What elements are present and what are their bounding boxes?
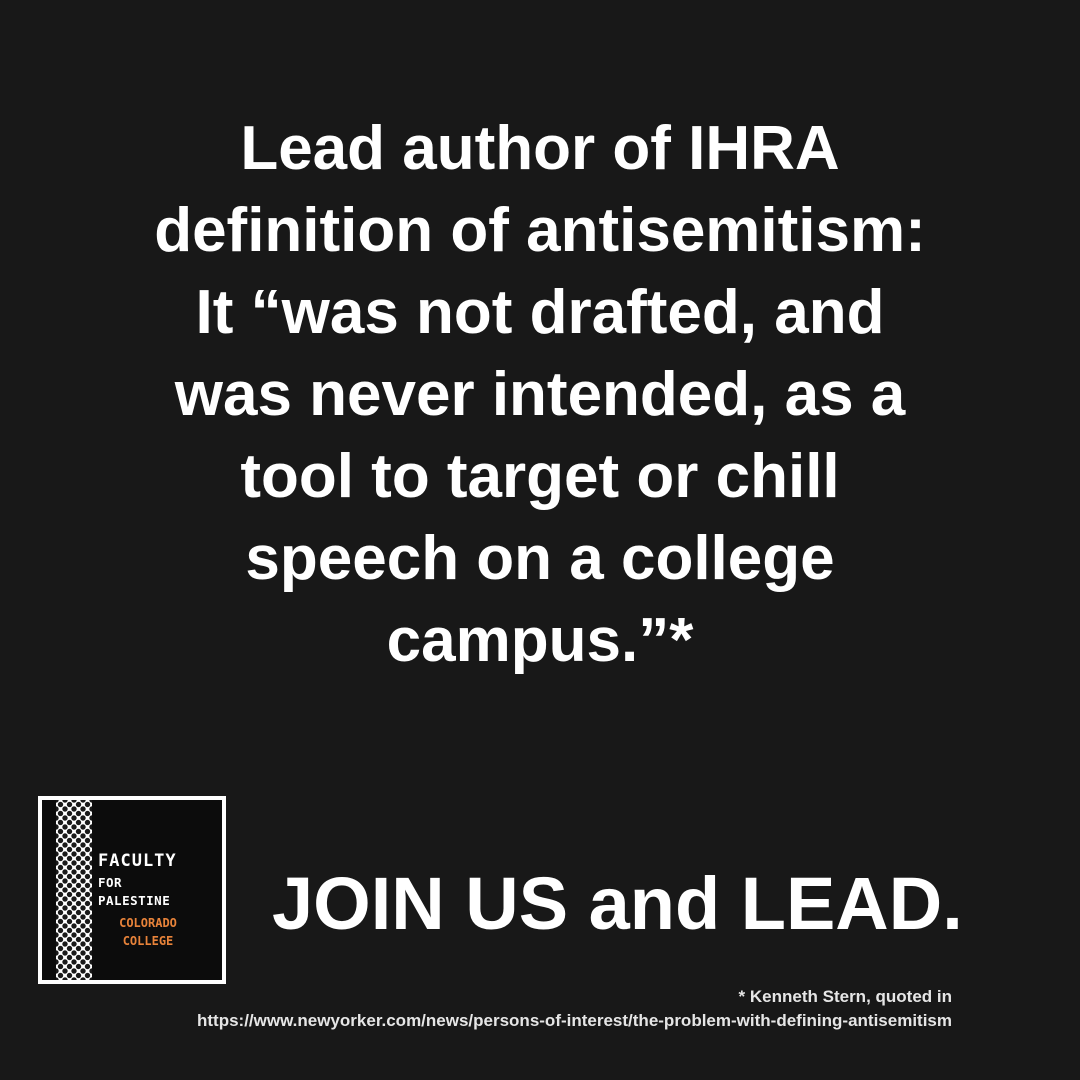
footnote-url: https://www.newyorker.com/news/persons-o… <box>196 1011 952 1030</box>
faculty-for-palestine-logo: FACULTY FOR PALESTINE COLORADO COLLEGE <box>38 796 226 984</box>
logo-text: FACULTY FOR PALESTINE COLORADO COLLEGE <box>98 850 222 950</box>
quote-line: campus.”* <box>386 606 694 675</box>
logo-line-palestine: PALESTINE <box>98 893 171 908</box>
quote-line: Lead author of IHRA <box>240 114 840 183</box>
logo-line-colorado: COLORADO <box>119 916 177 930</box>
keffiyeh-pattern-icon <box>56 800 92 980</box>
quote-line: speech on a college <box>245 524 835 593</box>
logo-line-for: FOR <box>98 875 123 890</box>
quote-line: definition of antisemitism: <box>154 196 926 265</box>
poster-canvas: Lead author of IHRA definition of antise… <box>0 0 1080 1080</box>
quote-line: It “was not drafted, and <box>195 278 885 347</box>
footnote: * Kenneth Stern, quoted in https://www.n… <box>197 985 952 1033</box>
call-to-action: JOIN US and LEAD. <box>272 862 963 945</box>
logo-line-college: COLLEGE <box>122 934 174 948</box>
quote-line: was never intended, as a <box>174 360 906 429</box>
quote-block: Lead author of IHRA definition of antise… <box>40 108 1040 682</box>
logo-line-faculty: FACULTY <box>98 851 177 871</box>
footnote-attribution: * Kenneth Stern, quoted in <box>738 987 952 1006</box>
quote-line: tool to target or chill <box>240 442 840 511</box>
